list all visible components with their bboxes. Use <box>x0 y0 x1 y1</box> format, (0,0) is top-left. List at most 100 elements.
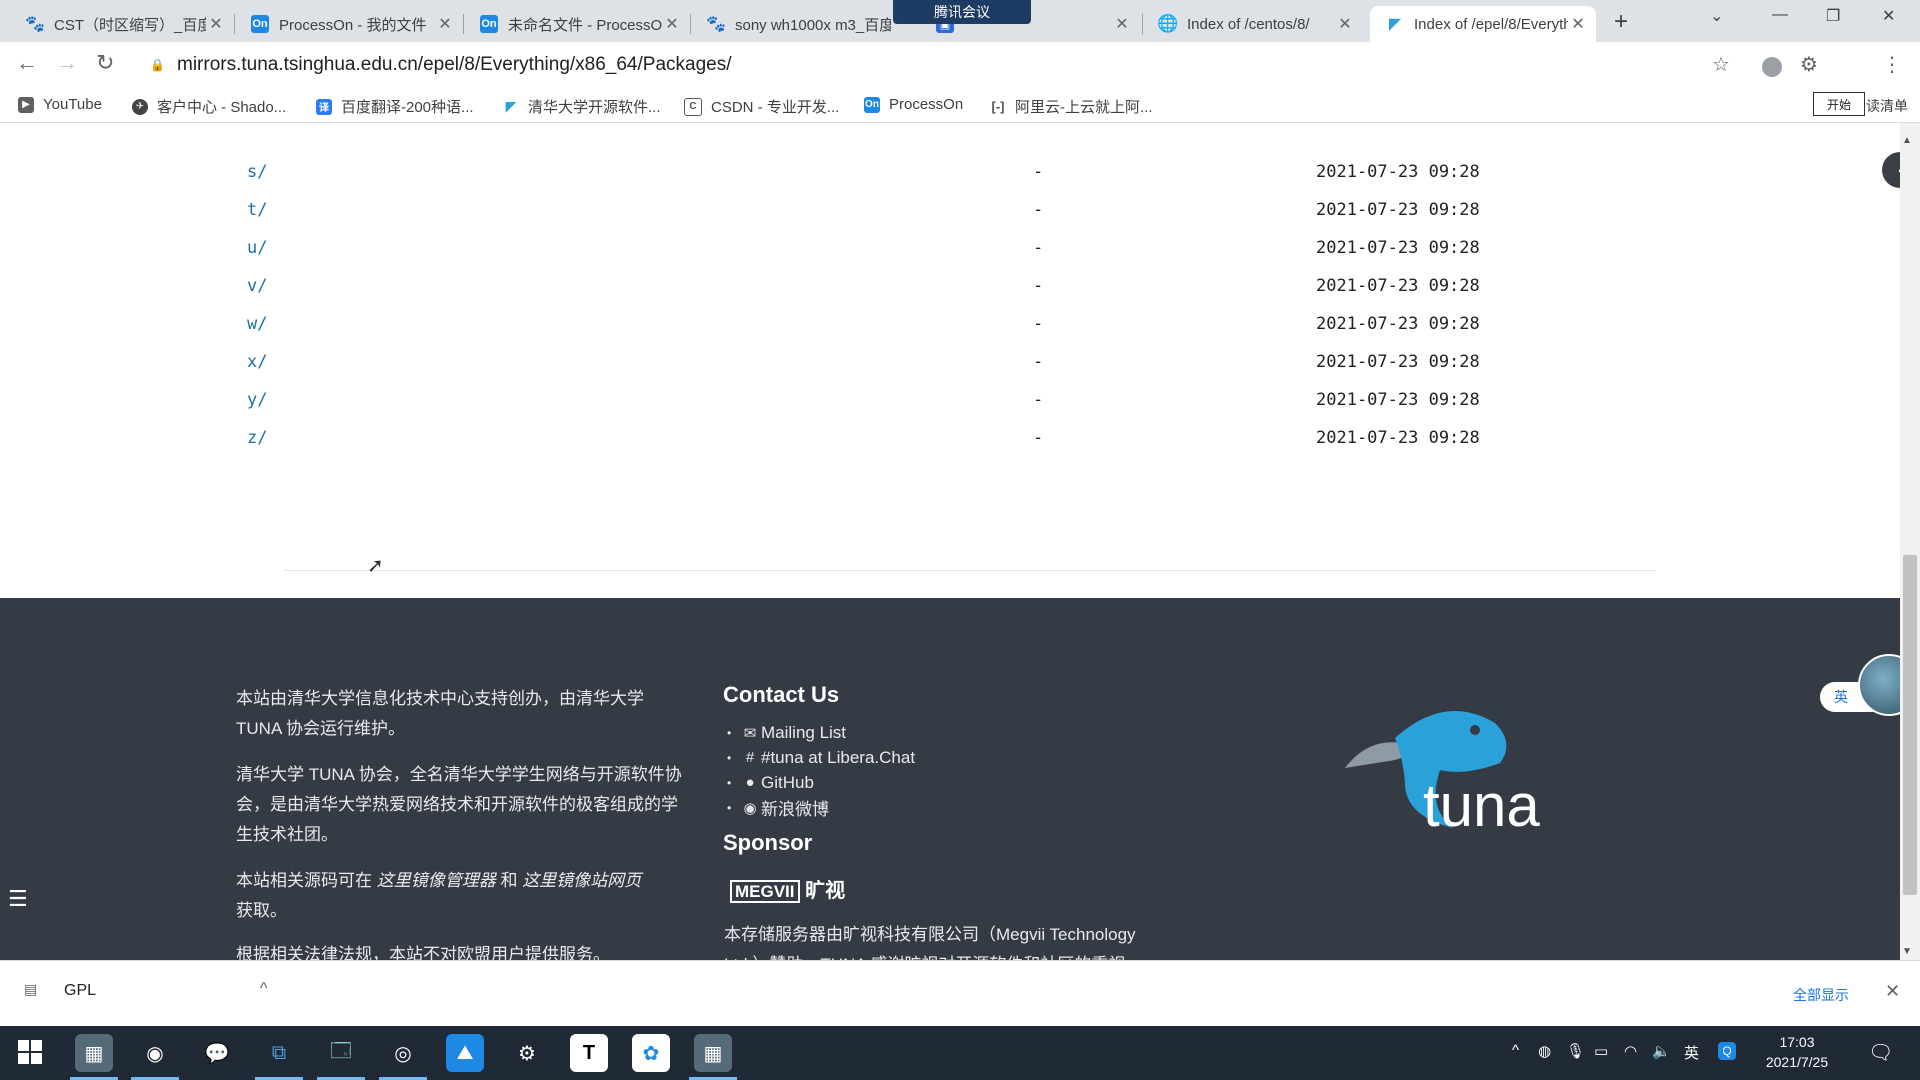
tab-baidu-sony[interactable]: 🐾 sony wh1000x m3_百度 <box>691 6 891 42</box>
close-window-button[interactable]: ✕ <box>1882 6 1895 26</box>
close-icon[interactable]: ✕ <box>662 14 682 34</box>
lock-icon[interactable]: 🔒 <box>150 58 165 72</box>
bookmark-label: YouTube <box>43 96 102 113</box>
meeting-overlay[interactable]: 腾讯会议 <box>893 0 1031 24</box>
mirror-web-link[interactable]: 这里镜像站网页 <box>522 871 641 890</box>
bookmark-shadowsocks[interactable]: ✈ 客户中心 - Shado... <box>132 96 286 117</box>
tab-processon-untitled[interactable]: On 未命名文件 - ProcessOn ✕ <box>464 6 690 42</box>
start-overlay-button[interactable]: 开始 <box>1813 92 1865 116</box>
tray-volume-icon[interactable]: 🔈 <box>1652 1042 1671 1060</box>
tab-search-button[interactable]: ⌄ <box>1710 6 1723 26</box>
extension-icon[interactable] <box>1762 57 1782 77</box>
tray-overflow-chevron-icon[interactable]: ^ <box>1512 1042 1519 1059</box>
bookmark-label: 阿里云-上云就上阿... <box>1015 99 1153 116</box>
reload-button[interactable]: ↻ <box>96 50 114 76</box>
tray-microphone-icon[interactable]: 🎙 <box>1566 1042 1585 1060</box>
taskbar-photos-icon[interactable]: ⛰ <box>446 1034 484 1072</box>
processon-icon: On <box>251 15 269 33</box>
windows-start-icon[interactable] <box>18 1040 42 1064</box>
directory-link[interactable]: v/ <box>247 276 267 296</box>
close-icon[interactable]: ✕ <box>1885 981 1900 1002</box>
download-bar: ▤ GPL ^ 全部显示 ✕ <box>0 960 1920 1027</box>
close-icon[interactable]: ✕ <box>1335 14 1355 34</box>
minimize-button[interactable]: — <box>1772 6 1788 24</box>
taskbar-remote-icon[interactable]: ⧉ <box>255 1034 303 1080</box>
bookmark-baidu-translate[interactable]: 译 百度翻译-200种语... <box>316 96 474 117</box>
close-icon[interactable]: ✕ <box>1568 14 1588 34</box>
notification-center-icon[interactable]: 🗨 <box>1868 1040 1893 1065</box>
taskbar-app-gif-recorder[interactable]: ▦ <box>70 1034 118 1080</box>
back-button[interactable]: ← <box>16 50 38 76</box>
bookmark-label: ProcessOn <box>889 96 964 113</box>
bookmark-processon[interactable]: On ProcessOn <box>864 96 963 113</box>
puzzle-extensions-icon[interactable]: ⚙ <box>1800 52 1818 77</box>
bookmark-label: 清华大学开源软件... <box>528 99 661 116</box>
contact-list: • ✉ Mailing List • # #tuna at Libera.Chat • ●… <box>727 720 915 820</box>
menu-dots-icon[interactable]: ⋮ <box>1882 52 1902 77</box>
bookmark-csdn[interactable]: C CSDN - 专业开发... <box>684 96 839 117</box>
toc-list-icon[interactable]: ☰ <box>8 886 28 912</box>
directory-link[interactable]: u/ <box>247 238 267 258</box>
file-size: - <box>1033 162 1044 182</box>
directory-link[interactable]: y/ <box>247 390 267 410</box>
contact-item-irc[interactable]: • # #tuna at Libera.Chat <box>727 745 915 770</box>
taskbar-network-icon[interactable]: ✿ <box>632 1034 670 1072</box>
footer-about-4: 根据相关法律法规，本站不对欧盟用户提供服务。 <box>236 945 610 960</box>
contact-item-github[interactable]: • ● GitHub <box>727 770 915 795</box>
bookmark-tuna[interactable]: ◤ 清华大学开源软件... <box>503 96 661 117</box>
tab-epel-index[interactable]: ◤ Index of /epel/8/Everything ✕ <box>1370 6 1596 42</box>
system-clock[interactable]: 17:03 2021/7/25 <box>1762 1032 1832 1072</box>
maximize-button[interactable]: ❐ <box>1826 6 1840 26</box>
file-size: - <box>1033 200 1044 220</box>
tray-app-icon[interactable]: Q <box>1718 1042 1736 1060</box>
tray-battery-icon[interactable]: ▭ <box>1594 1042 1608 1060</box>
show-all-downloads-link[interactable]: 全部显示 <box>1793 985 1849 1005</box>
taskbar-wechat-icon[interactable]: 💬 <box>198 1034 236 1072</box>
directory-link[interactable]: s/ <box>247 162 267 182</box>
site-footer: 本站由清华大学信息化技术中心支持创办，由清华大学TUNA 协会运行维护。 清华大… <box>0 598 1900 960</box>
chevron-up-icon[interactable]: ^ <box>260 980 268 998</box>
taskbar-chrome-icon[interactable]: ◉ <box>131 1034 179 1080</box>
directory-link[interactable]: x/ <box>247 352 267 372</box>
tab-centos-index[interactable]: 🌐 Index of /centos/8/ ✕ <box>1143 6 1363 42</box>
address-bar[interactable]: mirrors.tuna.tsinghua.edu.cn/epel/8/Ever… <box>177 54 732 76</box>
tab-title: CST（时区缩写）_百度 <box>54 16 206 34</box>
bookmark-aliyun[interactable]: [-] 阿里云-上云就上阿... <box>990 96 1153 117</box>
new-tab-button[interactable]: + <box>1614 8 1628 36</box>
scroll-up-arrow-icon[interactable]: ▲ <box>1902 135 1912 146</box>
forward-button[interactable]: → <box>56 50 78 76</box>
globe-icon: 🌐 <box>1157 14 1179 33</box>
bookmark-youtube[interactable]: ▶ YouTube <box>18 96 102 113</box>
file-size: - <box>1033 352 1044 372</box>
taskbar-steam-icon[interactable]: ⚙ <box>508 1034 546 1072</box>
tab-processon-files[interactable]: On ProcessOn - 我的文件 ✕ <box>235 6 463 42</box>
directory-link[interactable]: t/ <box>247 200 267 220</box>
tray-camera-icon[interactable]: ◍ <box>1538 1042 1551 1060</box>
scroll-down-arrow-icon[interactable]: ▼ <box>1902 946 1912 957</box>
contact-item-weibo[interactable]: • ◉ 新浪微博 <box>727 795 915 820</box>
taskbar-explorer-icon[interactable]: 🗔 <box>317 1034 365 1080</box>
modified-date: 2021-07-23 09:28 <box>1316 200 1480 220</box>
taskbar-music-icon[interactable]: ◎ <box>379 1034 427 1080</box>
download-item[interactable]: ▤ GPL <box>24 981 96 1001</box>
close-icon[interactable]: ✕ <box>206 14 226 34</box>
contact-item-mailing-list[interactable]: • ✉ Mailing List <box>727 720 915 745</box>
tab-baidu-cst[interactable]: 🐾 CST（时区缩写）_百度 ✕ <box>10 6 234 42</box>
tray-ime-indicator[interactable]: 英 <box>1684 1042 1699 1063</box>
close-icon[interactable]: ✕ <box>435 14 455 34</box>
directory-link[interactable]: z/ <box>247 428 267 448</box>
megvii-logo-text: MEGVII <box>730 880 800 903</box>
directory-link[interactable]: w/ <box>247 314 267 334</box>
mirror-manager-link[interactable]: 这里镜像管理器 <box>377 871 496 890</box>
taskbar-app-screenshot[interactable]: ▦ <box>689 1034 737 1080</box>
close-icon[interactable]: ✕ <box>1112 14 1132 34</box>
tuna-logo[interactable]: tuna <box>1335 698 1545 838</box>
reading-list-button[interactable]: 读清单 <box>1866 96 1908 116</box>
weibo-icon: ◉ <box>743 799 757 817</box>
scrollbar-thumb[interactable] <box>1903 555 1917 895</box>
megvii-logo[interactable]: MEGVII 旷视 <box>730 874 845 903</box>
taskbar-typora-icon[interactable]: T <box>570 1034 608 1072</box>
star-bookmark-icon[interactable]: ☆ <box>1712 52 1730 77</box>
tray-wifi-icon[interactable]: ◠ <box>1624 1042 1637 1060</box>
clock-time: 17:03 <box>1779 1034 1815 1050</box>
